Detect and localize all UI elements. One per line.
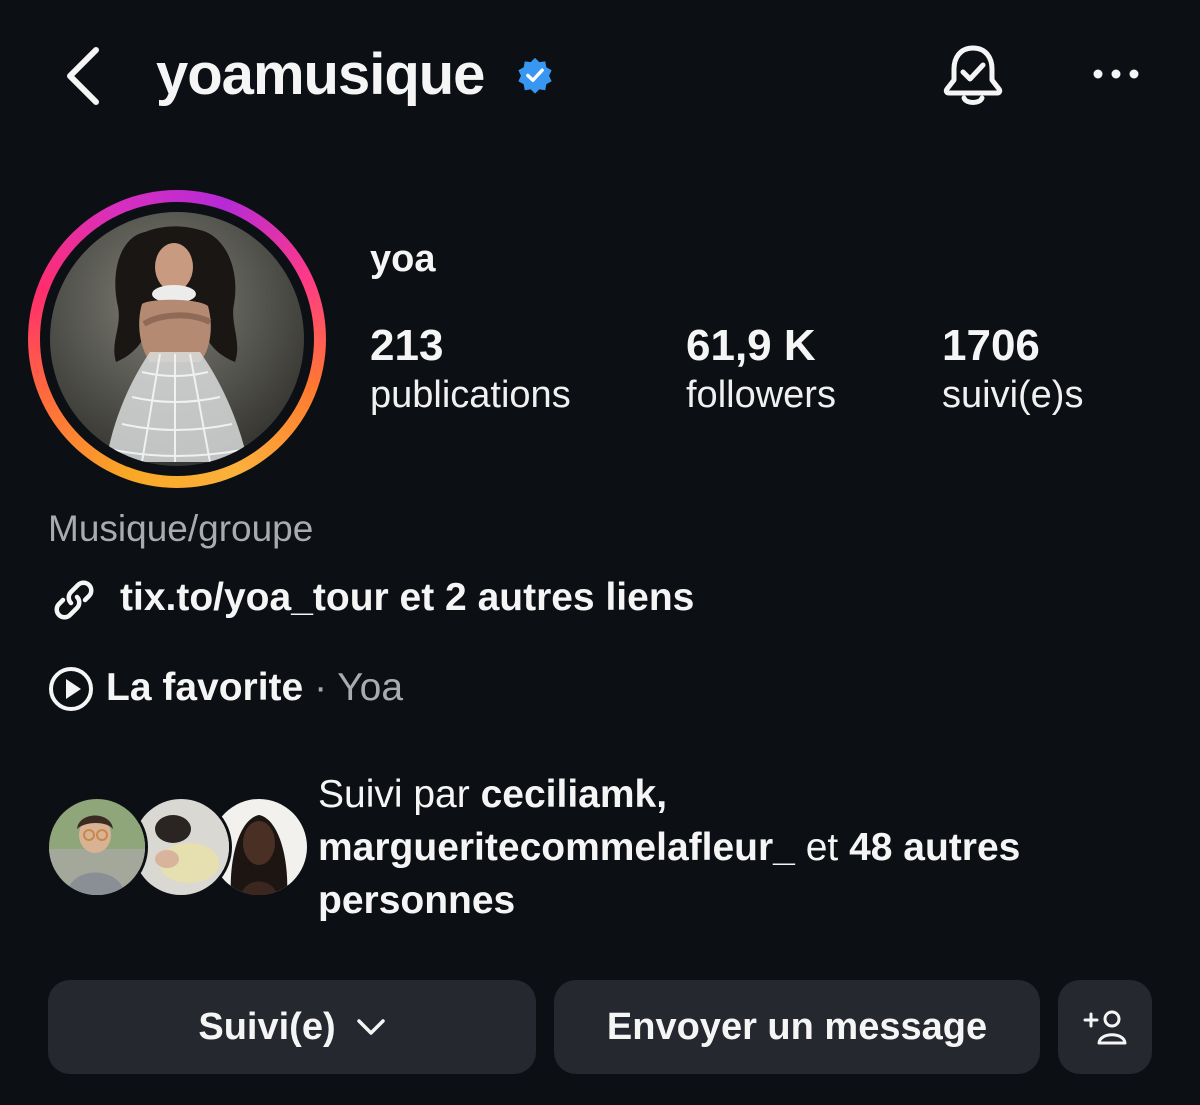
notification-bell-icon[interactable] (940, 42, 1006, 108)
mutual-avatar-1 (46, 796, 148, 898)
mutual-followers-avatars[interactable] (46, 796, 310, 898)
followed-by-prefix: Suivi par (318, 773, 481, 816)
back-chevron-icon[interactable] (62, 44, 106, 108)
link-icon (54, 580, 94, 620)
verified-badge-icon (518, 57, 552, 94)
more-options-icon[interactable] (1090, 60, 1142, 88)
chevron-down-icon (356, 1019, 385, 1035)
stat-publications-count: 213 (370, 321, 444, 370)
stat-following[interactable]: 1706 suivi(e)s (942, 320, 1083, 418)
profile-song[interactable]: La favorite · Yoa (106, 664, 403, 712)
profile-category: Musique/groupe (48, 508, 314, 549)
followed-by-comma: , (656, 773, 668, 816)
profile-username: yoamusique (156, 42, 485, 107)
play-circle-icon[interactable] (48, 666, 94, 712)
stat-followers[interactable]: 61,9 K followers (686, 320, 836, 418)
song-title: La favorite (106, 666, 304, 709)
followed-by-user-1: ceciliamk (480, 773, 657, 816)
followed-by-middle: et (794, 826, 850, 869)
stat-publications-label: publications (370, 374, 571, 416)
following-button-label: Suivi(e) (198, 1005, 336, 1048)
profile-links[interactable]: tix.to/yoa_tour et 2 autres liens (120, 574, 694, 622)
profile-avatar-story-ring[interactable] (28, 190, 326, 488)
stat-publications[interactable]: 213 publications (370, 320, 571, 418)
stat-following-count: 1706 (942, 321, 1040, 370)
song-separator: · (303, 666, 338, 709)
stat-followers-label: followers (686, 374, 836, 416)
suggest-people-button[interactable] (1058, 980, 1152, 1074)
stat-following-label: suivi(e)s (942, 374, 1084, 416)
song-artist: Yoa (337, 666, 404, 709)
add-person-icon (1083, 1010, 1127, 1045)
profile-display-name: yoa (370, 238, 436, 280)
profile-avatar (50, 212, 304, 466)
stat-followers-count: 61,9 K (686, 321, 816, 370)
followed-by-user-2: margueritecommelafleur_ (318, 826, 795, 869)
message-button-label: Envoyer un message (606, 1005, 988, 1048)
following-button[interactable]: Suivi(e) (48, 980, 536, 1074)
followed-by-text[interactable]: Suivi par ceciliamk, margueritecommelafl… (318, 768, 1178, 927)
message-button[interactable]: Envoyer un message (554, 980, 1040, 1074)
